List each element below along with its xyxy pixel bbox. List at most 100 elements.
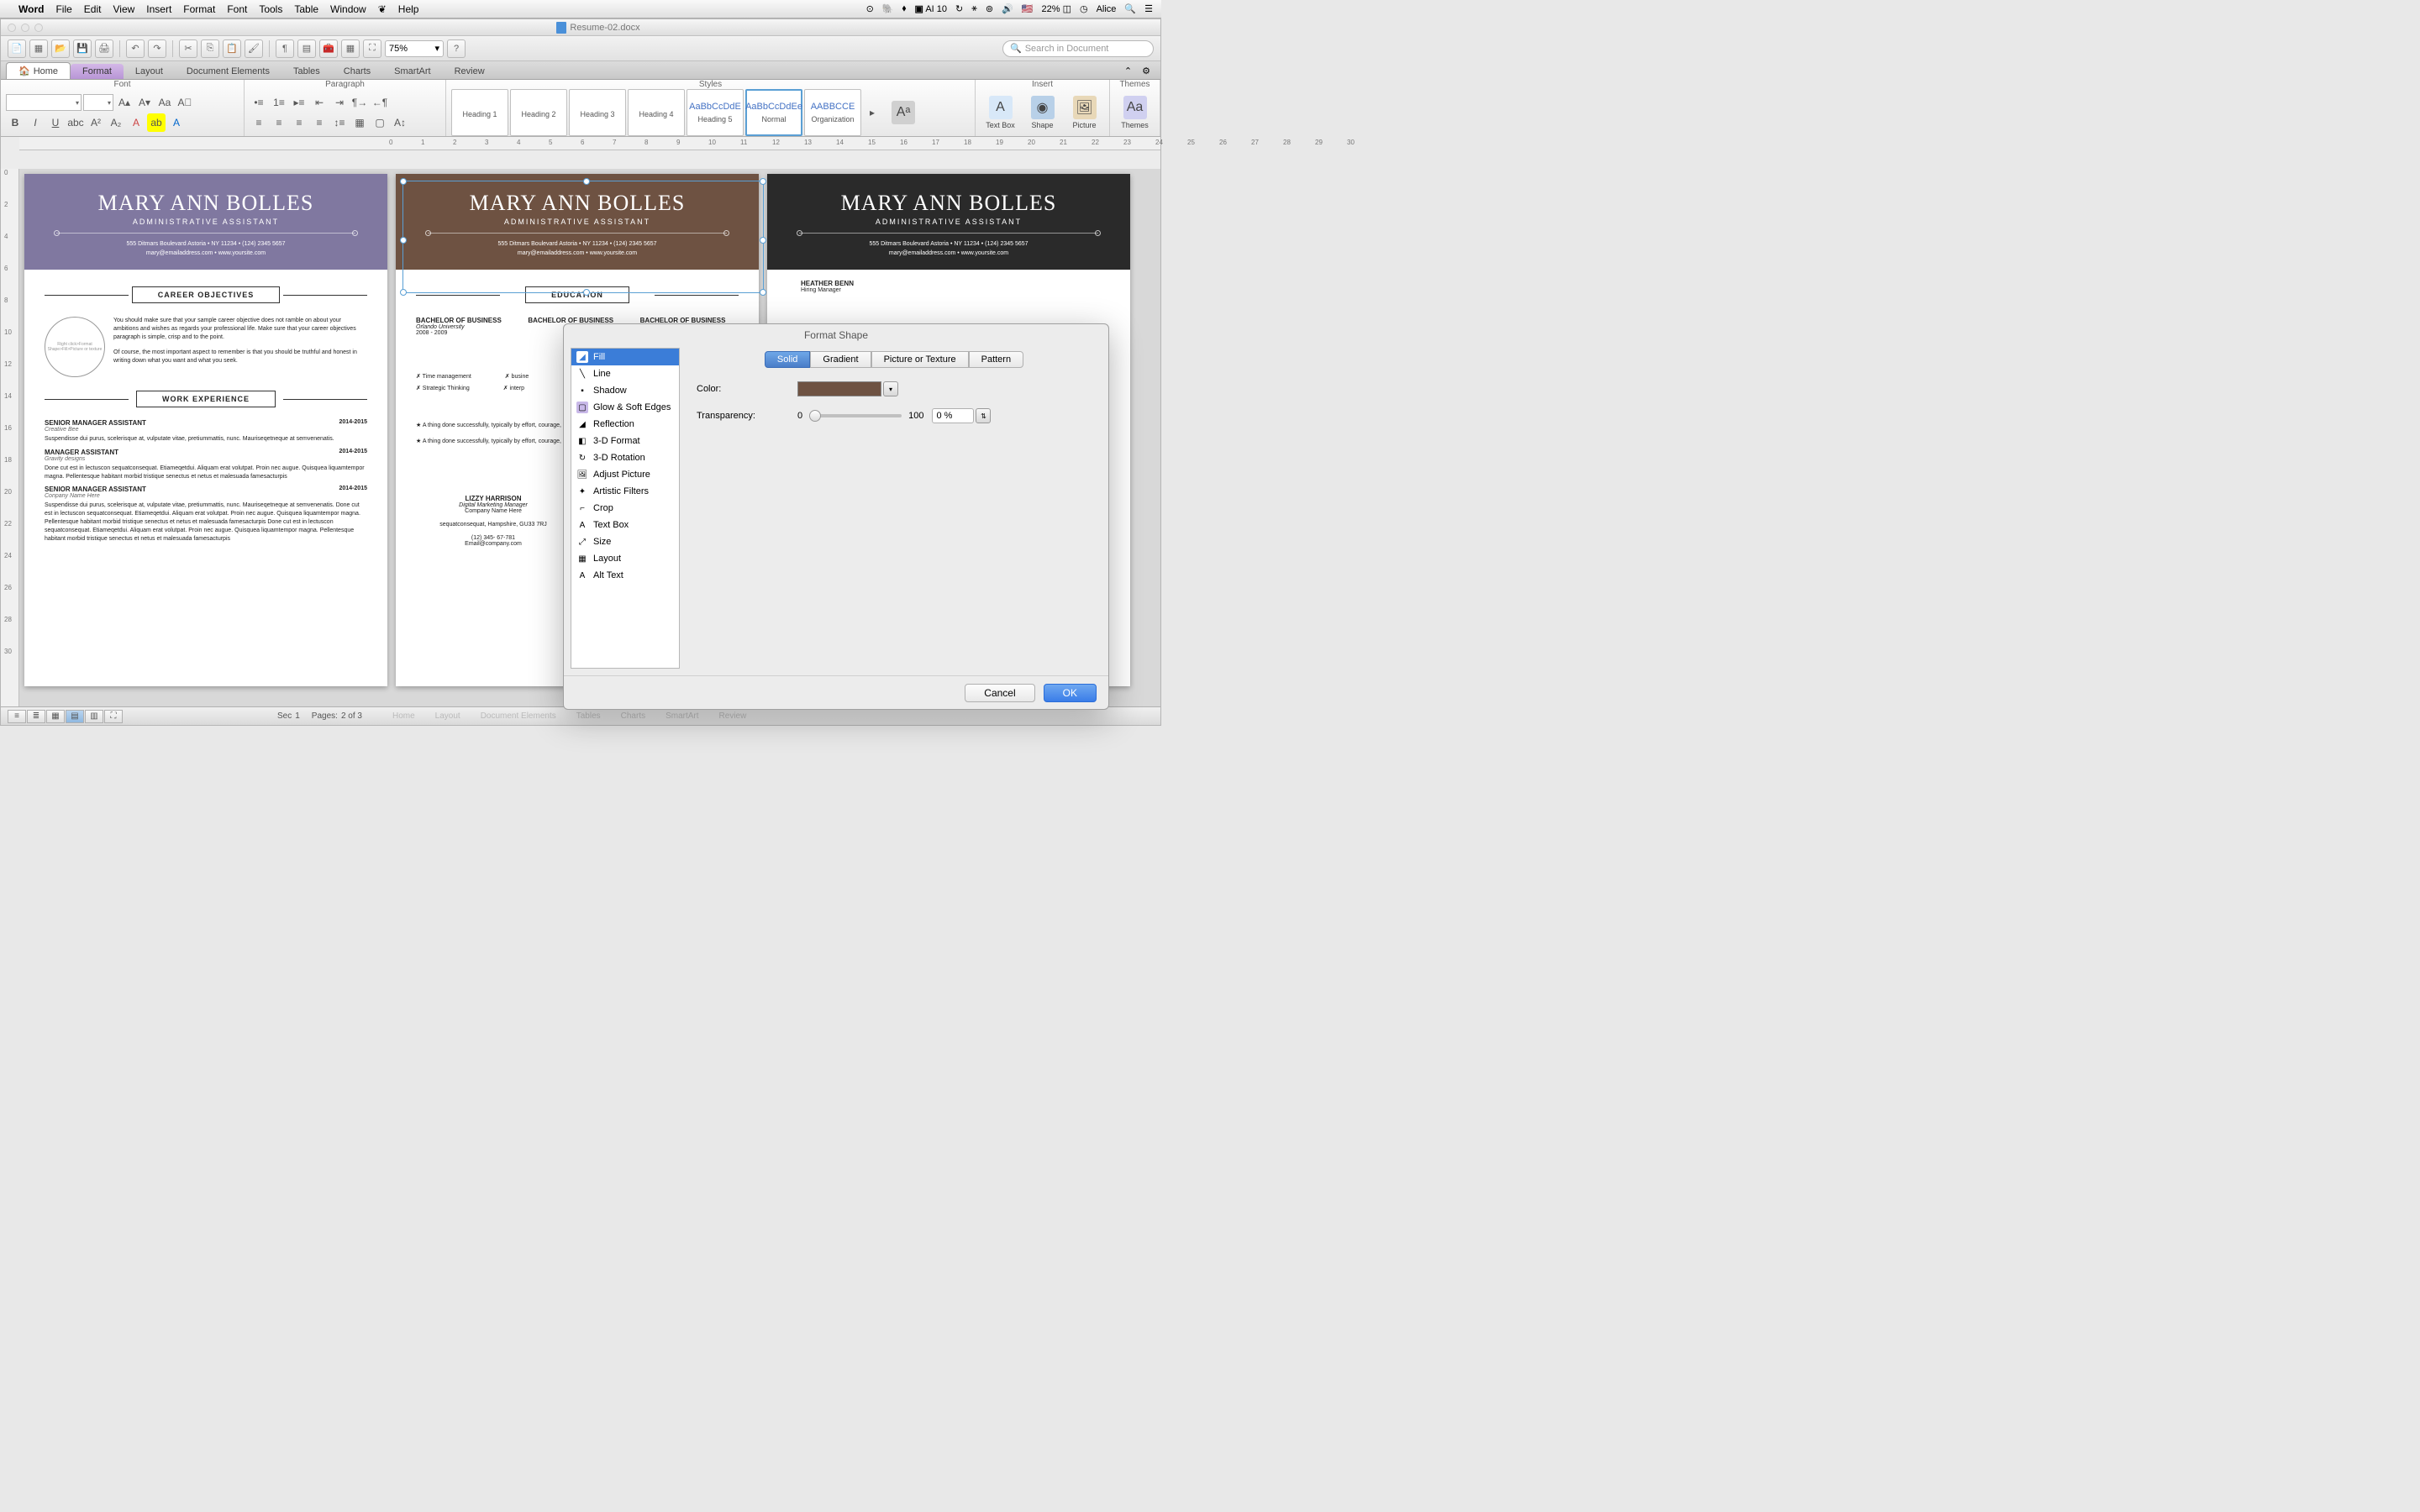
- side-line[interactable]: ╲Line: [571, 365, 679, 382]
- format-painter-button[interactable]: 🖌: [245, 39, 263, 58]
- sort-button[interactable]: A↕: [391, 113, 409, 132]
- side-layout[interactable]: ▦Layout: [571, 550, 679, 567]
- underline-button[interactable]: U: [46, 113, 65, 132]
- side-artistic-filters[interactable]: ✦Artistic Filters: [571, 483, 679, 500]
- subscript-button[interactable]: A₂: [107, 113, 125, 132]
- new-button[interactable]: 📄: [8, 39, 26, 58]
- color-picker-button[interactable]: ▾: [883, 381, 898, 396]
- fill-tab-gradient[interactable]: Gradient: [810, 351, 871, 368]
- view-draft[interactable]: ≡: [8, 710, 26, 723]
- menu-table[interactable]: Table: [294, 3, 318, 15]
- statusmenu-user[interactable]: Alice: [1097, 4, 1117, 14]
- change-case-button[interactable]: Aa: [155, 93, 174, 112]
- save-button[interactable]: 💾: [73, 39, 92, 58]
- statusmenu-wifi-icon[interactable]: ⊚: [986, 3, 993, 14]
- borders-button[interactable]: ▢: [371, 113, 389, 132]
- minimize-button[interactable]: [21, 24, 29, 32]
- shading-button[interactable]: ▦: [350, 113, 369, 132]
- side-alt-text[interactable]: AAlt Text: [571, 567, 679, 584]
- side-fill[interactable]: ◢Fill: [571, 349, 679, 365]
- view-publishing[interactable]: ▦: [46, 710, 65, 723]
- insert-textbox-button[interactable]: AText Box: [981, 89, 1020, 136]
- italic-button[interactable]: I: [26, 113, 45, 132]
- text-effects-button[interactable]: A: [127, 113, 145, 132]
- search-field[interactable]: 🔍 Search in Document: [1002, 40, 1154, 57]
- collapse-ribbon-button[interactable]: ⌃: [1119, 63, 1137, 79]
- cut-button[interactable]: ✂: [179, 39, 197, 58]
- insert-picture-button[interactable]: 🖼Picture: [1065, 89, 1104, 136]
- statusmenu-battery[interactable]: 22% ◫: [1041, 3, 1071, 14]
- tab-layout[interactable]: Layout: [124, 64, 175, 79]
- align-center-button[interactable]: ≡: [270, 113, 288, 132]
- grow-font-button[interactable]: A▴: [115, 93, 134, 112]
- cancel-button[interactable]: Cancel: [965, 684, 1034, 702]
- side-3d-format[interactable]: ◧3-D Format: [571, 433, 679, 449]
- paste-button[interactable]: 📋: [223, 39, 241, 58]
- undo-button[interactable]: ↶: [126, 39, 145, 58]
- statusmenu-clock-icon[interactable]: ⊙: [866, 3, 874, 14]
- horizontal-ruler[interactable]: 0123456789101112131415161718192021222324…: [19, 137, 1160, 150]
- gallery-button[interactable]: ▦: [341, 39, 360, 58]
- side-shadow[interactable]: ▪Shadow: [571, 382, 679, 399]
- font-size-select[interactable]: [83, 94, 113, 111]
- numbering-button[interactable]: 1≡: [270, 93, 288, 112]
- bullets-button[interactable]: •≡: [250, 93, 268, 112]
- close-button[interactable]: [8, 24, 16, 32]
- view-focus[interactable]: ⛶: [104, 710, 123, 723]
- side-glow[interactable]: ▢Glow & Soft Edges: [571, 399, 679, 416]
- increase-indent-button[interactable]: ⇥: [330, 93, 349, 112]
- view-notebook[interactable]: ▥: [85, 710, 103, 723]
- side-size[interactable]: ⤢Size: [571, 533, 679, 550]
- transparency-stepper[interactable]: ⇅: [976, 408, 991, 423]
- fill-tab-pattern[interactable]: Pattern: [969, 351, 1023, 368]
- statusmenu-timemachine-icon[interactable]: ↻: [955, 3, 963, 14]
- tab-home[interactable]: 🏠 Home: [6, 62, 71, 79]
- copy-button[interactable]: ⎘: [201, 39, 219, 58]
- statusmenu-notifications-icon[interactable]: ☰: [1144, 3, 1153, 14]
- tab-review[interactable]: Review: [443, 64, 497, 79]
- color-swatch[interactable]: [797, 381, 881, 396]
- menu-font[interactable]: Font: [227, 3, 247, 15]
- clear-formatting-button[interactable]: A⃠: [176, 93, 194, 112]
- statusmenu-flag-icon[interactable]: 🇺🇸: [1022, 3, 1034, 14]
- page-1[interactable]: MARY ANN BOLLES ADMINISTRATIVE ASSISTANT…: [24, 174, 387, 686]
- menu-format[interactable]: Format: [183, 3, 215, 15]
- side-adjust-picture[interactable]: 🖼Adjust Picture: [571, 466, 679, 483]
- styles-more-button[interactable]: ▸: [863, 103, 881, 122]
- style-heading4[interactable]: Heading 4: [628, 89, 685, 136]
- statusmenu-adobe[interactable]: ▣ AI 10: [914, 3, 947, 14]
- ribbon-settings-button[interactable]: ⚙: [1137, 63, 1155, 79]
- side-3d-rotation[interactable]: ↻3-D Rotation: [571, 449, 679, 466]
- shrink-font-button[interactable]: A▾: [135, 93, 154, 112]
- sidebar-button[interactable]: ▤: [297, 39, 316, 58]
- statusmenu-clock2-icon[interactable]: ◷: [1080, 3, 1088, 14]
- menu-view[interactable]: View: [113, 3, 134, 15]
- font-color-button[interactable]: A: [167, 113, 186, 132]
- fill-tab-solid[interactable]: Solid: [765, 351, 810, 368]
- font-family-select[interactable]: [6, 94, 82, 111]
- fill-tab-picture[interactable]: Picture or Texture: [871, 351, 969, 368]
- align-left-button[interactable]: ≡: [250, 113, 268, 132]
- menu-help[interactable]: Help: [398, 3, 419, 15]
- align-right-button[interactable]: ≡: [290, 113, 308, 132]
- transparency-input[interactable]: 0 %: [932, 408, 974, 423]
- statusmenu-spotlight-icon[interactable]: 🔍: [1124, 3, 1136, 14]
- statusmenu-volume-icon[interactable]: 🔊: [1002, 3, 1013, 14]
- templates-button[interactable]: ▦: [29, 39, 48, 58]
- bold-button[interactable]: B: [6, 113, 24, 132]
- style-heading2[interactable]: Heading 2: [510, 89, 567, 136]
- menu-edit[interactable]: Edit: [84, 3, 102, 15]
- justify-button[interactable]: ≡: [310, 113, 329, 132]
- tab-smartart[interactable]: SmartArt: [382, 64, 442, 79]
- menu-window[interactable]: Window: [330, 3, 366, 15]
- ltr-button[interactable]: ¶→: [350, 93, 369, 112]
- zoom-combo[interactable]: 75%▾: [385, 40, 444, 57]
- ok-button[interactable]: OK: [1044, 684, 1097, 702]
- themes-button[interactable]: AaThemes: [1115, 89, 1155, 136]
- side-text-box[interactable]: AText Box: [571, 517, 679, 533]
- view-print-layout[interactable]: ▤: [66, 710, 84, 723]
- style-heading1[interactable]: Heading 1: [451, 89, 508, 136]
- line-spacing-button[interactable]: ↕≡: [330, 113, 349, 132]
- tab-document-elements[interactable]: Document Elements: [175, 64, 281, 79]
- statusmenu-bluetooth-icon[interactable]: ⚹: [971, 3, 977, 14]
